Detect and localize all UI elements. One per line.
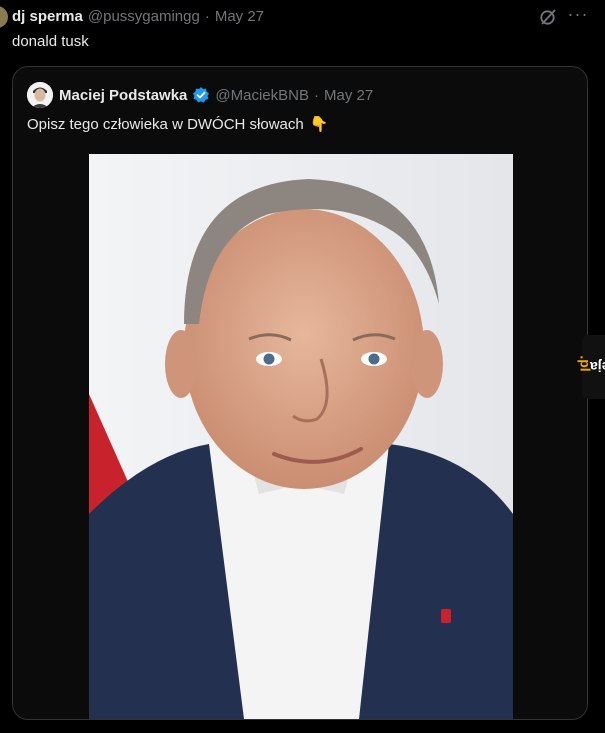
quoted-separator-dot: · (313, 86, 319, 104)
quoted-author-handle[interactable]: @MaciekBNB (215, 87, 309, 104)
tweet-date[interactable]: May 27 (215, 8, 264, 25)
author-name[interactable]: dj sperma (12, 8, 83, 25)
portrait-photo[interactable] (89, 154, 513, 719)
quoted-author-avatar[interactable] (27, 82, 53, 108)
quoted-tweet-date[interactable]: May 27 (324, 87, 373, 104)
pointing-down-emoji: 👇 (309, 116, 329, 133)
quoted-tweet-text-row: Opisz tego człowieka w DWÓCH słowach 👇 (27, 115, 329, 134)
watermark-logo: jeja.pl (578, 335, 605, 399)
quoted-author-name[interactable]: Maciej Podstawka (59, 87, 187, 104)
quoted-tweet-text: Opisz tego człowieka w DWÓCH słowach (27, 115, 304, 133)
tweet-text: donald tusk (12, 33, 89, 50)
quoted-tweet-card[interactable]: Maciej Podstawka @MaciekBNB · May 27 Opi… (12, 66, 588, 720)
grok-icon[interactable] (538, 7, 558, 27)
separator-dot: · (204, 7, 210, 25)
author-avatar[interactable] (0, 6, 8, 28)
verified-badge-icon (192, 86, 210, 104)
author-handle[interactable]: @pussygamingg (88, 8, 200, 25)
quoted-tweet-header: Maciej Podstawka @MaciekBNB · May 27 (59, 84, 373, 106)
more-options-icon[interactable]: ··· (567, 5, 589, 26)
tweet-header: dj sperma @pussygamingg · May 27 (12, 5, 264, 27)
